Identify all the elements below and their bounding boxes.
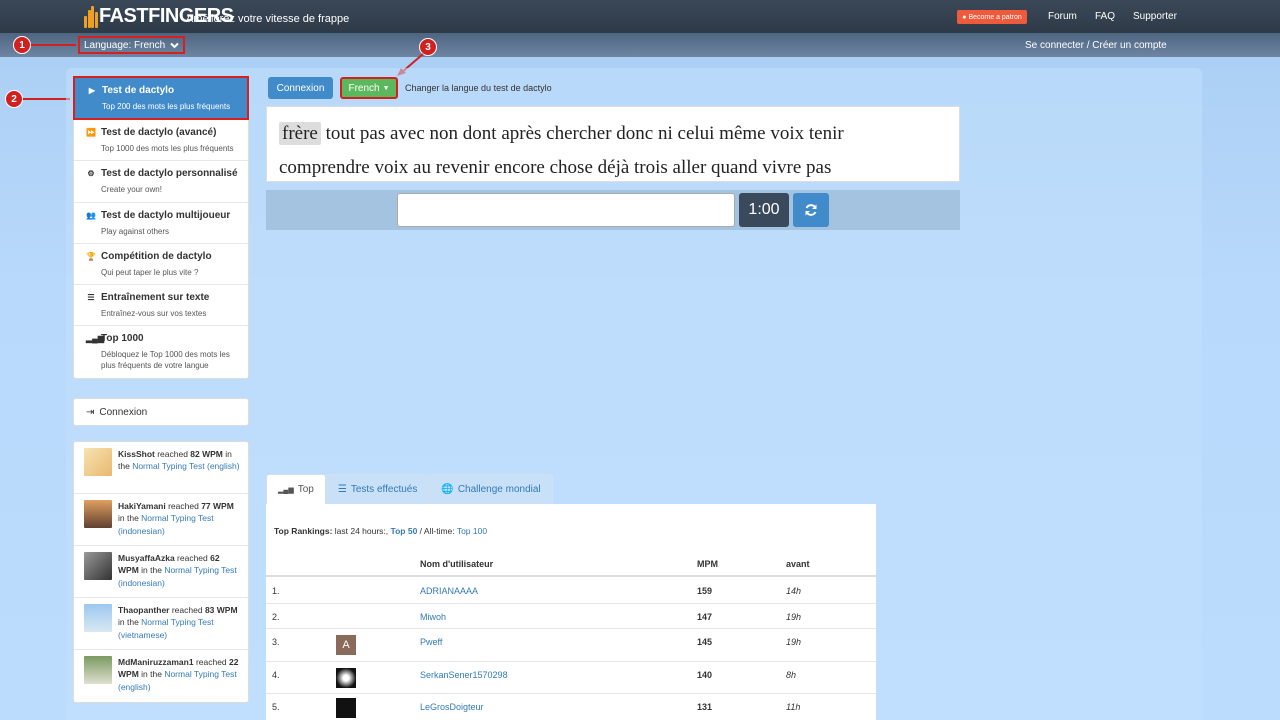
language-french-button[interactable]: French ▼ (340, 77, 398, 99)
rankings-panel: Top Rankings: last 24 hours:, Top 50 / A… (266, 504, 876, 720)
words-line-2: comprendre voix au revenir encore chose … (279, 157, 832, 178)
top-50-link[interactable]: Top 50 (391, 526, 418, 536)
login-register-link[interactable]: Se connecter / Créer un compte (1025, 40, 1167, 51)
sidebar-connexion[interactable]: ⇥ Connexion (73, 398, 249, 426)
language-dropdown[interactable]: Language: French (78, 36, 186, 54)
avatar[interactable]: A (336, 635, 356, 655)
nav-forum[interactable]: Forum (1048, 11, 1077, 22)
user-link[interactable]: SerkanSener1570298 (420, 670, 508, 680)
sidebar-item-multijoueur[interactable]: 👥 Test de dactylo multijoueur Play agains… (74, 203, 248, 244)
sidebar-item-entrainement[interactable]: ☰ Entraînement sur texte Entraînez-vous s… (74, 285, 248, 327)
annotation-arrow-1 (31, 44, 76, 46)
sidebar-menu: ▶ Test de dactylo Top 200 des mots les pl… (73, 76, 249, 379)
table-row: 1. ADRIANAAAA 159 14h (266, 578, 876, 604)
rankings-header: Top Rankings: last 24 hours:, Top 50 / A… (274, 526, 488, 536)
feed-item: MdManiruzzaman1 reached 22 WPM in the No… (74, 650, 248, 702)
avatar[interactable] (336, 698, 356, 718)
globe-icon: 🌐 (441, 484, 454, 495)
patreon-icon: ● (962, 13, 967, 21)
sidebar-item-competition[interactable]: 🏆 Compétition de dactylo Qui peut taper l… (74, 244, 248, 285)
top-100-link[interactable]: Top 100 (457, 526, 487, 536)
reload-button[interactable] (793, 193, 829, 227)
users-icon: 👥 (86, 210, 96, 220)
tab-challenge-mondial[interactable]: 🌐 Challenge mondial (429, 474, 553, 504)
ranking-tabs: ▂▄▆ Top ☰ Tests effectués 🌐 Challenge mo… (266, 474, 553, 504)
sidebar-item-top-1000[interactable]: ▂▄▆ Top 1000 Débloquez le Top 1000 des mo… (74, 326, 248, 377)
words-line-1: tout pas avec non dont après chercher do… (320, 123, 844, 144)
hand-logo-icon (84, 5, 98, 28)
avatar[interactable] (84, 552, 112, 580)
annotation-marker-2: 2 (5, 90, 23, 108)
avatar[interactable] (84, 604, 112, 632)
table-row: 3. A Pweff 145 19h (266, 629, 876, 662)
list-icon: ☰ (337, 484, 347, 495)
change-language-text: Changer la langue du test de dactylo (405, 83, 552, 93)
tab-tests-effectues[interactable]: ☰ Tests effectués (325, 474, 430, 504)
tab-top[interactable]: ▂▄▆ Top (266, 474, 326, 504)
become-patron-button[interactable]: ● Become a patron (957, 10, 1027, 24)
feed-item: KissShot reached 82 WPM in the Normal Ty… (74, 442, 248, 494)
refresh-icon (805, 204, 817, 216)
chevron-down-icon (170, 42, 179, 48)
feed-item: MusyaffaAzka reached 62 WPM in the Norma… (74, 546, 248, 598)
signal-icon: ▂▄▆ (86, 334, 104, 344)
sidebar-item-test-dactylo[interactable]: ▶ Test de dactylo Top 200 des mots les pl… (73, 76, 249, 121)
cogs-icon: ⚙ (87, 169, 95, 179)
user-link[interactable]: Pweff (420, 637, 442, 647)
feed-item: Thaopanther reached 83 WPM in the Normal… (74, 598, 248, 650)
table-row: 5. LeGrosDoigteur 131 11h (266, 694, 876, 720)
timer: 1:00 (739, 193, 789, 227)
caret-down-icon: ▼ (382, 84, 390, 92)
avatar[interactable] (336, 668, 356, 688)
avatar[interactable] (84, 500, 112, 528)
tagline: Améliorez votre vitesse de frappe (186, 13, 350, 25)
sidebar-item-test-avance[interactable]: ⏩ Test de dactylo (avancé) Top 1000 des m… (74, 120, 248, 162)
input-row: 1:00 (266, 190, 960, 230)
rankings-table-header: Nom d'utilisateur MPM avant (266, 552, 876, 577)
user-link[interactable]: ADRIANAAAA (420, 586, 478, 596)
typing-input[interactable] (397, 193, 735, 227)
sign-in-icon: ⇥ (86, 406, 95, 418)
nav-supporter[interactable]: Supporter (1133, 11, 1177, 22)
avatar[interactable] (84, 448, 112, 476)
user-link[interactable]: LeGrosDoigteur (420, 702, 484, 712)
feed-item: HakiYamani reached 77 WPM in the Normal … (74, 494, 248, 546)
table-row: 4. SerkanSener1570298 140 8h (266, 662, 876, 694)
play-icon: ▶ (88, 86, 96, 95)
fast-forward-icon: ⏩ (86, 128, 96, 138)
table-row: 2. Miwoh 147 19h (266, 604, 876, 629)
sidebar-item-test-personnalise[interactable]: ⚙ Test de dactylo personnalisé Create you… (74, 161, 248, 203)
annotation-arrow-2 (23, 98, 70, 100)
current-word: frère (279, 122, 321, 145)
trophy-icon: 🏆 (86, 251, 96, 261)
user-link[interactable]: Miwoh (420, 612, 446, 622)
feed-test-link[interactable]: Normal Typing Test (english) (132, 461, 239, 471)
avatar[interactable] (84, 656, 112, 684)
nav-faq[interactable]: FAQ (1095, 11, 1115, 22)
connexion-button[interactable]: Connexion (268, 77, 333, 99)
text-icon: ☰ (87, 292, 95, 302)
words-display: frère tout pas avec non dont après cherc… (266, 106, 960, 182)
annotation-marker-1: 1 (13, 36, 31, 54)
activity-feed: KissShot reached 82 WPM in the Normal Ty… (73, 441, 249, 703)
signal-icon: ▂▄▆ (278, 486, 294, 494)
